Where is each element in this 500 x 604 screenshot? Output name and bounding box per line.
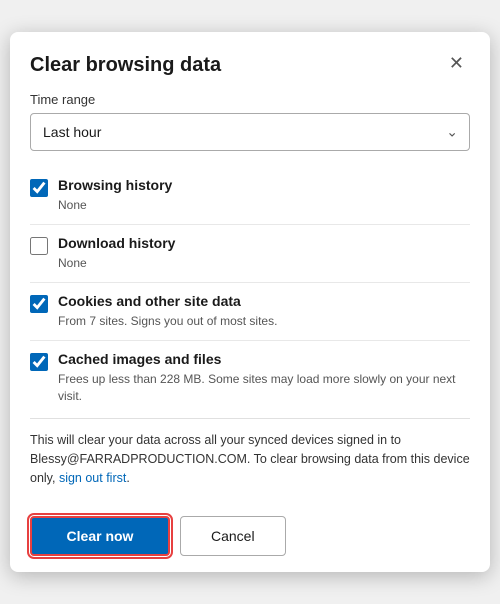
- clear-browsing-data-dialog: Clear browsing data ✕ Time range Last ho…: [10, 32, 490, 571]
- clear-now-button[interactable]: Clear now: [30, 516, 170, 556]
- download-history-desc: None: [58, 255, 470, 272]
- cached-desc: Frees up less than 228 MB. Some sites ma…: [58, 371, 470, 405]
- cached-checkbox[interactable]: [30, 353, 48, 371]
- cancel-button[interactable]: Cancel: [180, 516, 286, 556]
- download-history-checkbox[interactable]: [30, 237, 48, 255]
- list-item: Cached images and files Frees up less th…: [30, 340, 470, 415]
- dialog-body: Time range Last hour Last 24 hours Last …: [10, 88, 490, 503]
- time-range-select[interactable]: Last hour Last 24 hours Last 7 days Last…: [30, 113, 470, 151]
- cookies-checkbox-wrap: [30, 295, 48, 318]
- sign-out-first-link[interactable]: sign out first: [59, 471, 126, 485]
- cookies-checkbox[interactable]: [30, 295, 48, 313]
- close-button[interactable]: ✕: [443, 52, 470, 74]
- list-item: Download history None: [30, 224, 470, 282]
- info-text-after: .: [126, 471, 129, 485]
- list-item: Browsing history None: [30, 167, 470, 224]
- info-text: This will clear your data across all you…: [30, 418, 470, 503]
- time-range-select-wrapper: Last hour Last 24 hours Last 7 days Last…: [30, 113, 470, 151]
- browsing-history-label[interactable]: Browsing history: [58, 177, 172, 193]
- list-item: Cookies and other site data From 7 sites…: [30, 282, 470, 340]
- dialog-title: Clear browsing data: [30, 52, 221, 78]
- cookies-desc: From 7 sites. Signs you out of most site…: [58, 313, 470, 330]
- download-history-checkbox-wrap: [30, 237, 48, 260]
- browsing-history-desc: None: [58, 197, 470, 214]
- cookies-label[interactable]: Cookies and other site data: [58, 293, 241, 309]
- time-range-label: Time range: [30, 92, 470, 107]
- browsing-history-checkbox-wrap: [30, 179, 48, 202]
- cached-checkbox-wrap: [30, 353, 48, 376]
- browsing-history-checkbox[interactable]: [30, 179, 48, 197]
- download-history-label[interactable]: Download history: [58, 235, 175, 251]
- cached-label[interactable]: Cached images and files: [58, 351, 221, 367]
- dialog-header: Clear browsing data ✕: [10, 32, 490, 88]
- dialog-footer: Clear now Cancel: [10, 504, 490, 572]
